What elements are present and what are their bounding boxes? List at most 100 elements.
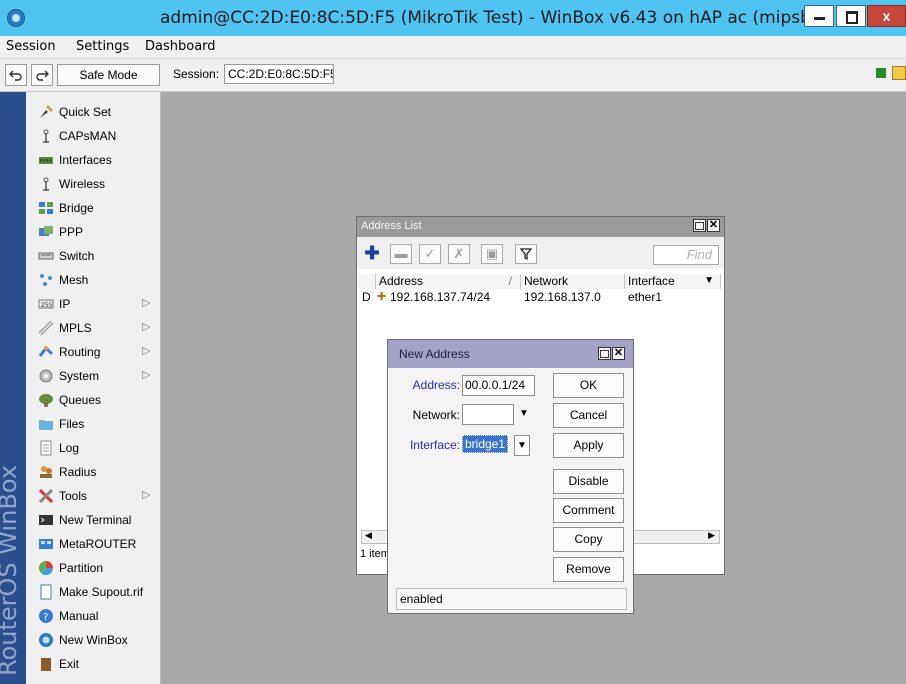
sidebar-item-mpls[interactable]: MPLS ▷ <box>26 316 160 340</box>
disable-button[interactable]: ✗ <box>448 244 470 264</box>
sidebar-item-exit[interactable]: Exit <box>26 652 160 676</box>
manual-icon: ? <box>39 609 53 623</box>
plus-icon: ✚ <box>364 243 380 263</box>
new-address-title-bar[interactable]: New Address ✕ <box>388 340 633 368</box>
sidebar-item-label: System <box>59 369 100 383</box>
address-list-title-bar[interactable]: Address List ✕ <box>357 217 724 237</box>
address-field[interactable]: 00.0.0.1/24 <box>462 375 535 396</box>
restore-window-button[interactable] <box>693 219 706 232</box>
submenu-arrow-icon: ▷ <box>142 489 151 501</box>
sidebar-item-label: Switch <box>59 249 95 263</box>
column-header-flag[interactable] <box>358 274 376 289</box>
column-header-network[interactable]: Network <box>521 274 625 289</box>
sidebar-item-label: Queues <box>59 393 102 407</box>
sidebar-item-make-supout[interactable]: Make Supout.rif <box>26 580 160 604</box>
sidebar-item-log[interactable]: Log <box>26 436 160 460</box>
undo-button[interactable] <box>5 64 27 86</box>
brand-text: RouterOS WinBox <box>0 465 22 676</box>
routing-icon <box>38 345 54 357</box>
ok-button[interactable]: OK <box>553 373 624 398</box>
submenu-arrow-icon: ▷ <box>142 369 151 381</box>
sidebar-item-manual[interactable]: ? Manual <box>26 604 160 628</box>
sidebar-item-files[interactable]: Files <box>26 412 160 436</box>
sidebar-item-switch[interactable]: Switch <box>26 244 160 268</box>
sidebar-item-quick-set[interactable]: Quick Set <box>26 100 160 124</box>
connection-status-icon <box>876 68 886 78</box>
copy-button[interactable]: Copy <box>553 527 624 552</box>
sidebar-item-metarouter[interactable]: MetaROUTER <box>26 532 160 556</box>
sidebar-item-label: Bridge <box>59 201 94 215</box>
sidebar-item-label: IP <box>59 297 71 311</box>
sidebar-item-mesh[interactable]: Mesh <box>26 268 160 292</box>
menu-bar: Session Settings Dashboard <box>0 36 906 59</box>
sidebar-item-wireless[interactable]: Wireless <box>26 172 160 196</box>
remove-button[interactable]: ▬ <box>390 244 412 264</box>
comment-button[interactable]: Comment <box>553 498 624 523</box>
network-field[interactable] <box>462 404 514 425</box>
find-input[interactable]: Find <box>653 245 719 265</box>
close-window-button[interactable]: ✕ <box>612 347 625 360</box>
sidebar-item-ip[interactable]: 255 IP ▷ <box>26 292 160 316</box>
mesh-icon <box>40 274 52 286</box>
sidebar-item-label: Routing <box>59 345 101 359</box>
column-header-address[interactable]: Address / <box>376 274 521 289</box>
maximize-button[interactable] <box>836 5 866 27</box>
sidebar-item-label: Files <box>59 417 85 431</box>
sidebar-item-interfaces[interactable]: Interfaces <box>26 148 160 172</box>
menu-session[interactable]: Session <box>6 39 56 54</box>
window-title: admin@CC:2D:E0:8C:5D:F5 (MikroTik Test) … <box>160 8 828 28</box>
sidebar-item-bridge[interactable]: Bridge <box>26 196 160 220</box>
sidebar-item-ppp[interactable]: PPP <box>26 220 160 244</box>
column-header-interface[interactable]: Interface ▼ <box>625 274 721 289</box>
submenu-arrow-icon: ▷ <box>142 345 151 357</box>
interface-select-value: bridge1 <box>462 435 509 453</box>
minimize-button[interactable] <box>804 5 834 27</box>
cancel-button[interactable]: Cancel <box>553 403 624 428</box>
sidebar-item-partition[interactable]: Partition <box>26 556 160 580</box>
svg-text:?: ? <box>43 612 48 623</box>
menu-settings[interactable]: Settings <box>76 39 129 54</box>
sidebar-item-label: Tools <box>59 489 88 503</box>
sidebar-item-queues[interactable]: Queues <box>26 388 160 412</box>
title-bar[interactable]: admin@CC:2D:E0:8C:5D:F5 (MikroTik Test) … <box>0 0 906 36</box>
minus-icon: ▬ <box>394 246 408 261</box>
apply-button[interactable]: Apply <box>553 433 624 458</box>
scroll-right-icon[interactable]: ▶ <box>708 530 715 541</box>
sidebar-item-label: Make Supout.rif <box>59 585 144 599</box>
column-header-label: Address <box>379 274 424 288</box>
interface-select[interactable]: bridge1 <box>462 435 514 456</box>
sidebar-item-capsman[interactable]: CAPsMAN <box>26 124 160 148</box>
session-label: Session: <box>173 67 220 81</box>
sidebar-item-routing[interactable]: Routing ▷ <box>26 340 160 364</box>
sidebar-item-label: Log <box>59 441 80 455</box>
enable-button[interactable]: ✓ <box>419 244 441 264</box>
sidebar-item-new-terminal[interactable]: New Terminal <box>26 508 160 532</box>
network-dropdown-icon[interactable]: ▼ <box>519 408 529 419</box>
add-button[interactable]: ✚ <box>361 244 383 264</box>
metarouter-icon <box>39 539 53 549</box>
queues-icon <box>39 394 53 407</box>
disable-button[interactable]: Disable <box>553 469 624 494</box>
sidebar-item-new-winbox[interactable]: New WinBox <box>26 628 160 652</box>
session-field[interactable]: CC:2D:E0:8C:5D:F5 <box>224 64 334 84</box>
redo-button[interactable] <box>31 64 53 86</box>
comment-button[interactable]: ▣ <box>481 244 503 264</box>
mpls-icon <box>38 320 54 336</box>
remove-button[interactable]: Remove <box>553 557 624 582</box>
sidebar-item-tools[interactable]: Tools ▷ <box>26 484 160 508</box>
partition-icon <box>38 560 54 576</box>
row-flag: D <box>362 290 371 304</box>
safe-mode-button[interactable]: Safe Mode <box>57 64 160 86</box>
close-window-button[interactable]: ✕ <box>707 219 720 232</box>
menu-dashboard[interactable]: Dashboard <box>145 39 216 54</box>
sidebar-item-system[interactable]: System ▷ <box>26 364 160 388</box>
sidebar-item-label: Manual <box>59 609 99 623</box>
close-button[interactable]: x <box>867 5 906 27</box>
restore-window-button[interactable] <box>598 347 611 360</box>
filter-button[interactable] <box>515 244 537 264</box>
interface-dropdown-button[interactable]: ▼ <box>514 435 530 456</box>
scroll-left-icon[interactable]: ◀ <box>365 530 372 541</box>
sidebar-item-radius[interactable]: Radius <box>26 460 160 484</box>
sidebar-item-label: Wireless <box>59 177 106 191</box>
undo-icon <box>9 70 22 81</box>
